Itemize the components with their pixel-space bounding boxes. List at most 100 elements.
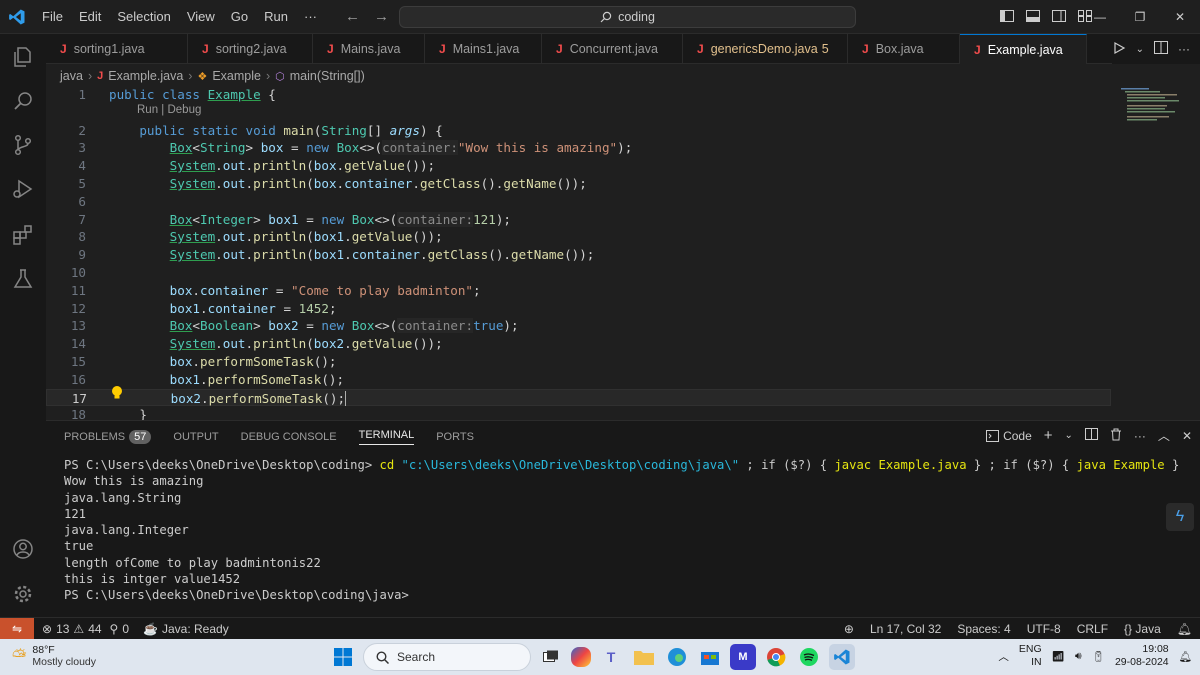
tab-sorting1[interactable]: Jsorting1.java (46, 34, 188, 64)
search-icon[interactable] (8, 86, 38, 116)
vs-app-icon[interactable]: M (730, 644, 756, 670)
wifi-icon[interactable]: 📶︎ (1052, 650, 1065, 663)
tab-terminal[interactable]: TERMINAL (358, 429, 415, 445)
taskbar-search[interactable]: Search (363, 643, 531, 671)
tab-box[interactable]: J Box.java (848, 34, 960, 64)
menu-view[interactable]: View (179, 9, 223, 24)
terminal-command-line: PS C:\Users\deeks\OneDrive\Desktop\codin… (64, 458, 1180, 472)
vscode-taskbar-icon[interactable] (829, 644, 855, 670)
tab-problems[interactable]: PROBLEMS 57 (64, 430, 152, 444)
maximize-panel-icon[interactable]: ︿ (1158, 427, 1170, 444)
lightbulb-icon[interactable] (110, 385, 124, 401)
menu-edit[interactable]: Edit (71, 9, 109, 24)
more-actions-icon[interactable]: ··· (1134, 429, 1146, 443)
problems-count-badge: 57 (129, 430, 152, 444)
tab-mains1[interactable]: J Mains1.java (425, 34, 542, 64)
menu-run[interactable]: Run (256, 9, 296, 24)
weather-widget[interactable]: ⛅︎ 88°F Mostly cloudy (12, 644, 96, 668)
tab-debug-console[interactable]: DEBUG CONSOLE (241, 431, 337, 443)
notifications-bell-icon[interactable]: 🔔︎ (1177, 622, 1192, 636)
line-ending[interactable]: CRLF (1077, 622, 1108, 636)
remote-indicator-icon[interactable]: ⇋ (0, 617, 34, 640)
task-view-icon[interactable] (538, 644, 564, 670)
tab-output[interactable]: OUTPUT (173, 431, 218, 443)
codelens-run-debug[interactable]: Run | Debug (137, 104, 201, 116)
code-line: 11 box.container = "Come to play badmint… (70, 282, 481, 298)
tab-concurrent[interactable]: J Concurrent.java (542, 34, 683, 64)
toggle-panel-icon[interactable] (1024, 7, 1042, 25)
terminal-output[interactable]: PS C:\Users\deeks\OneDrive\Desktop\codin… (64, 457, 1179, 604)
language-indicator[interactable]: ENG IN (1019, 643, 1042, 669)
java-cup-icon: ☕ (143, 621, 158, 636)
chrome-icon[interactable] (763, 644, 789, 670)
teams-icon[interactable]: T (598, 644, 624, 670)
encoding[interactable]: UTF-8 (1027, 622, 1061, 636)
copilot-icon[interactable]: ϟ (1166, 503, 1194, 531)
terminal-profile-button[interactable]: Code (986, 429, 1032, 443)
trash-icon[interactable] (1110, 428, 1122, 444)
breadcrumb-file[interactable]: Example.java (108, 69, 183, 83)
terminal-output-line: this is intger value1452 (64, 572, 241, 587)
restore-icon[interactable]: ❐ (1120, 0, 1160, 34)
tab-mains[interactable]: J Mains.java (313, 34, 425, 64)
language-mode[interactable]: {} Java (1124, 622, 1161, 636)
explorer-icon[interactable] (8, 42, 38, 72)
testing-flask-icon[interactable] (8, 264, 38, 294)
zoom-icon[interactable]: ⊕ (844, 622, 854, 636)
accounts-icon[interactable] (8, 534, 38, 564)
tab-ports[interactable]: PORTS (436, 431, 474, 443)
minimize-icon[interactable]: — (1080, 0, 1120, 34)
breadcrumb-method[interactable]: main(String[]) (290, 69, 365, 83)
ports-status[interactable]: ⚲ 0 (110, 622, 129, 636)
battery-icon[interactable]: 🔋︎ (1092, 650, 1105, 663)
minimap[interactable] (1111, 86, 1200, 420)
split-terminal-icon[interactable] (1084, 428, 1098, 443)
breadcrumb-class[interactable]: Example (212, 69, 261, 83)
forward-arrow-icon[interactable]: → (374, 8, 389, 25)
chevron-down-icon[interactable]: ⌄ (1065, 430, 1073, 441)
code-line: 7 Box<Integer> box1 = new Box<>(containe… (78, 211, 511, 227)
edge-icon[interactable] (664, 644, 690, 670)
toggle-primary-sidebar-icon[interactable] (998, 7, 1016, 25)
more-actions-icon[interactable]: ··· (1178, 42, 1190, 56)
menu-more[interactable]: ··· (296, 9, 325, 24)
tab-genericsdemo[interactable]: JgenericsDemo.java 5 (683, 34, 848, 64)
settings-gear-icon[interactable] (8, 579, 38, 609)
clock[interactable]: 19:08 29-08-2024 (1115, 643, 1169, 669)
spotify-icon[interactable] (796, 644, 822, 670)
problems-status[interactable]: ⊗ 13 ⚠ 44 (42, 622, 102, 636)
java-status[interactable]: ☕ Java: Ready (143, 622, 229, 636)
cursor-position[interactable]: Ln 17, Col 32 (870, 622, 941, 636)
extensions-icon[interactable] (8, 220, 38, 250)
tab-example-active[interactable]: J Example.java (960, 34, 1087, 64)
source-control-icon[interactable] (8, 130, 38, 160)
windows-start-icon[interactable] (330, 644, 356, 670)
code-editor[interactable]: 1 public class Example { 2 public static … (46, 86, 1111, 422)
close-panel-icon[interactable]: ✕ (1182, 429, 1192, 443)
back-arrow-icon[interactable]: ← (345, 8, 360, 25)
terminal-output-line: Wow this is amazing (64, 474, 204, 489)
menu-file[interactable]: File (34, 9, 71, 24)
breadcrumb-folder[interactable]: java (60, 69, 83, 83)
close-icon[interactable]: ✕ (1160, 0, 1200, 34)
tab-sorting2[interactable]: Jsorting2.java (188, 34, 313, 64)
java-file-icon: J (974, 42, 981, 57)
new-terminal-icon[interactable]: + (1044, 427, 1053, 444)
chevron-right-icon: › (87, 69, 93, 83)
split-editor-icon[interactable] (1154, 41, 1168, 57)
menu-selection[interactable]: Selection (109, 9, 178, 24)
notifications-icon[interactable]: 🔔︎ (1179, 650, 1192, 663)
store-icon[interactable] (697, 644, 723, 670)
toggle-secondary-sidebar-icon[interactable] (1050, 7, 1068, 25)
command-center-search[interactable]: coding (399, 6, 856, 28)
run-java-button[interactable] (1112, 41, 1126, 58)
run-debug-icon[interactable] (8, 174, 38, 204)
menu-go[interactable]: Go (223, 9, 256, 24)
run-menu-chevron-icon[interactable]: ⌄ (1136, 44, 1144, 55)
indentation[interactable]: Spaces: 4 (957, 622, 1010, 636)
chevron-right-icon: › (265, 69, 271, 83)
copilot-app-icon[interactable] (571, 647, 591, 667)
file-explorer-icon[interactable] (631, 644, 657, 670)
chevron-up-icon[interactable]: ︿ (998, 649, 1009, 664)
volume-icon[interactable]: 🔊︎ (1075, 650, 1082, 663)
